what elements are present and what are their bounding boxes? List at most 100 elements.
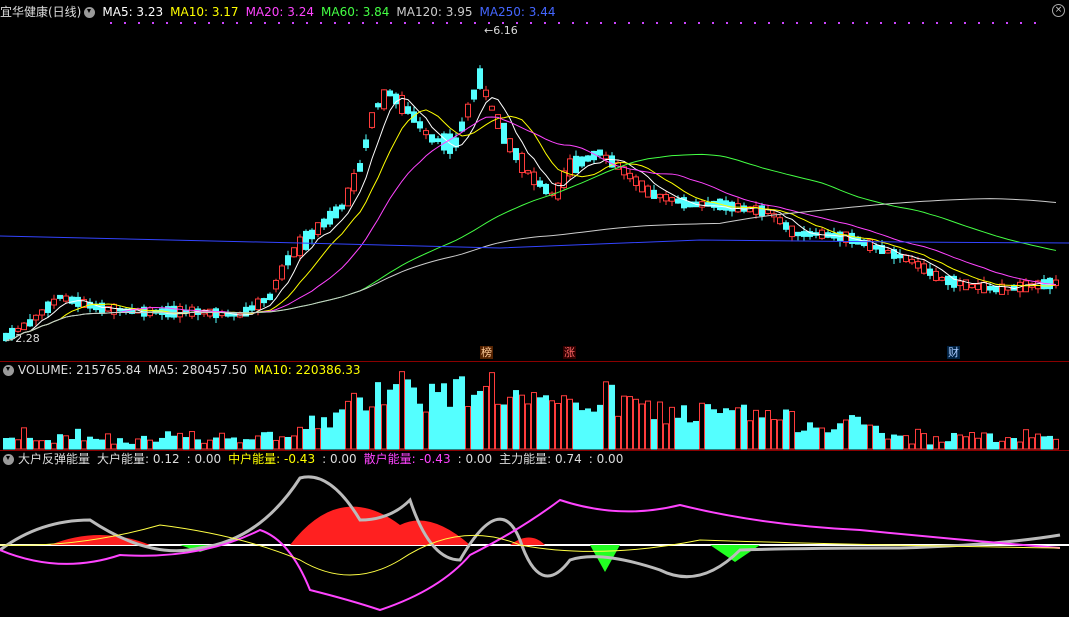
volume-bar <box>687 422 693 450</box>
volume-bar <box>999 440 1005 450</box>
candle-body <box>159 308 165 315</box>
volume-bar <box>621 395 627 450</box>
volume-bar <box>495 403 501 450</box>
volume-bar <box>207 439 213 450</box>
signal-dot <box>306 22 308 24</box>
candle-body <box>249 305 255 311</box>
candle-body <box>213 308 219 319</box>
volume-bar <box>429 383 435 450</box>
volume-bar <box>1053 438 1059 450</box>
candle-body <box>321 218 327 228</box>
volume-bar <box>69 439 75 450</box>
ma-line <box>0 235 1069 249</box>
signal-dot <box>726 22 728 24</box>
volume-bar <box>519 394 525 450</box>
volume-bar <box>129 443 135 450</box>
signal-dot <box>964 22 966 24</box>
candle-body <box>333 206 339 219</box>
volume-bar <box>957 434 963 450</box>
volume-bar <box>411 387 417 450</box>
volume-bar <box>489 372 495 450</box>
volume-bar <box>963 436 969 450</box>
volume-bar <box>177 432 183 450</box>
volume-bar <box>1029 437 1035 450</box>
volume-bar <box>243 439 249 450</box>
candle-body <box>423 130 429 136</box>
candle-body <box>363 139 369 148</box>
candle-body <box>873 245 879 250</box>
volume-bar <box>651 419 657 450</box>
signal-dot <box>110 22 112 24</box>
candle-body <box>735 203 741 213</box>
volume-bar <box>1023 429 1029 450</box>
volume-bar <box>435 392 441 450</box>
volume-bar <box>567 398 573 450</box>
volume-bar <box>213 437 219 450</box>
volume-bar <box>681 405 687 450</box>
volume-bar <box>789 410 795 450</box>
candle-body <box>1023 280 1029 293</box>
volume-bar <box>945 441 951 450</box>
candle-body <box>627 172 633 180</box>
candle-body <box>645 185 651 198</box>
candle-body <box>759 205 765 217</box>
candle-body <box>699 201 705 208</box>
signal-dot <box>334 22 336 24</box>
volume-bar <box>501 404 507 450</box>
volume-bar <box>735 407 741 450</box>
kline-chart[interactable] <box>0 0 1069 617</box>
signal-dot <box>432 22 434 24</box>
candle-body <box>903 254 909 263</box>
candle-body <box>927 268 933 276</box>
volume-bar <box>855 416 861 450</box>
volume-bar <box>297 426 303 450</box>
candle-body <box>975 283 981 290</box>
candle-body <box>291 247 297 258</box>
volume-bar <box>159 437 165 450</box>
volume-bar <box>333 412 339 450</box>
volume-bar <box>669 406 675 450</box>
volume-bar <box>783 409 789 450</box>
volume-bar <box>351 392 357 450</box>
volume-bar <box>303 429 309 450</box>
volume-bar <box>15 439 21 450</box>
volume-bar <box>849 415 855 450</box>
signal-dot <box>796 22 798 24</box>
candle-body <box>501 122 507 144</box>
candle-body <box>279 265 285 280</box>
candle-body <box>513 148 519 161</box>
volume-bar <box>795 432 801 450</box>
signal-dot <box>446 22 448 24</box>
signal-dot <box>418 22 420 24</box>
candle-body <box>27 319 33 327</box>
signal-dot <box>376 22 378 24</box>
volume-bar <box>645 400 651 450</box>
candle-body <box>303 230 309 250</box>
candle-body <box>33 314 39 321</box>
volume-bar <box>363 410 369 450</box>
volume-bar <box>417 403 423 450</box>
volume-bar <box>459 376 465 450</box>
volume-bar <box>585 408 591 450</box>
candle-body <box>519 152 525 173</box>
candle-body <box>351 173 357 192</box>
signal-dot <box>768 22 770 24</box>
candle-body <box>297 236 303 257</box>
candle-body <box>915 261 921 269</box>
volume-bar <box>405 379 411 450</box>
volume-bar <box>987 433 993 450</box>
signal-dot <box>264 22 266 24</box>
volume-bar <box>603 381 609 450</box>
volume-bar <box>33 440 39 450</box>
volume-bar <box>399 371 405 450</box>
volume-bar <box>771 419 777 450</box>
volume-bar <box>63 435 69 450</box>
candle-body <box>675 198 681 204</box>
volume-bar <box>261 432 267 450</box>
signal-dot <box>166 22 168 24</box>
signal-dot <box>250 22 252 24</box>
volume-bar <box>387 389 393 450</box>
candle-body <box>999 283 1005 295</box>
volume-bar <box>279 436 285 450</box>
volume-bar <box>981 432 987 450</box>
